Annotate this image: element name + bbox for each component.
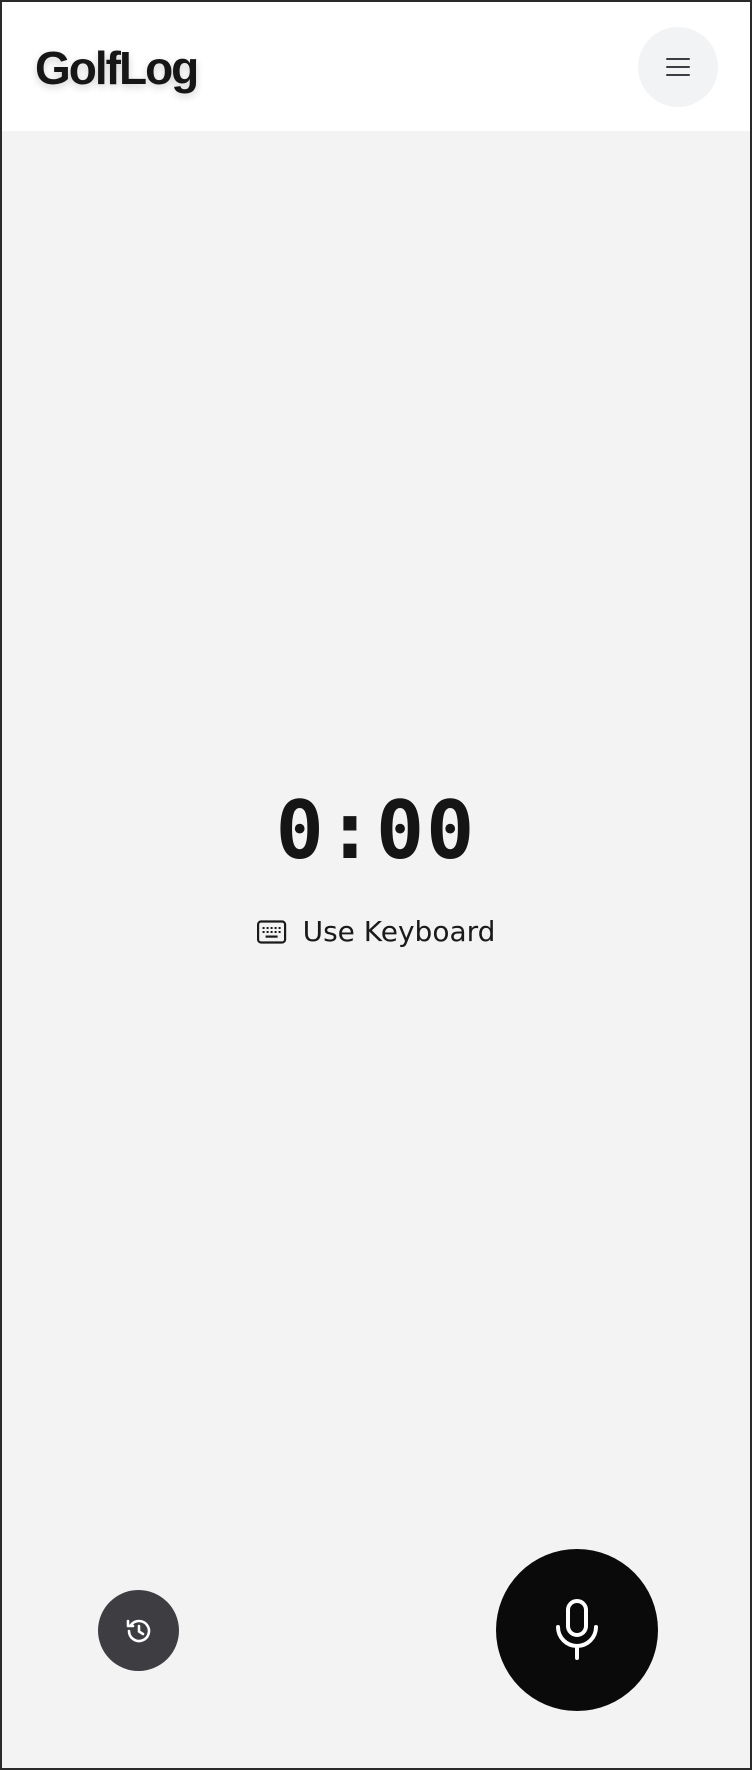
menu-button[interactable] [638,27,718,107]
microphone-icon [553,1599,601,1661]
app-logo-title: GolfLog [35,42,199,94]
keyboard-icon [256,919,287,945]
history-icon [124,1616,154,1646]
use-keyboard-button[interactable]: Use Keyboard [256,915,496,948]
top-bar: GolfLog [2,2,750,131]
recorder-area: 0:00 Use Keyboard [2,131,750,1768]
hamburger-menu-icon [665,57,691,77]
history-button[interactable] [98,1590,179,1671]
use-keyboard-label: Use Keyboard [302,915,496,948]
record-microphone-button[interactable] [496,1549,658,1711]
recording-timer: 0:00 [275,784,477,877]
app-window: GolfLog 0:00 Use Keyboard [0,0,752,1770]
